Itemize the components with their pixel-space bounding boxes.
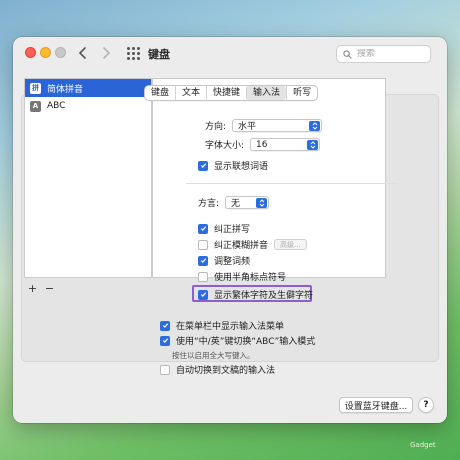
auto-switch-checkbox[interactable] bbox=[160, 364, 170, 375]
direction-value: 水平 bbox=[238, 122, 257, 132]
help-button[interactable]: ? bbox=[418, 397, 434, 413]
fuzzy-pinyin-checkbox[interactable] bbox=[198, 239, 208, 250]
dialect-label: 方言: bbox=[198, 199, 220, 209]
advanced-button[interactable]: 高级... bbox=[274, 239, 307, 250]
tab-input-sources[interactable]: 输入法 bbox=[246, 86, 287, 100]
title-bar: 键盘 bbox=[13, 37, 447, 71]
chevron-left-icon bbox=[78, 47, 86, 59]
input-source-list: 拼 简体拼音 A ABC bbox=[24, 78, 152, 278]
show-predictive-label: 显示联想词语 bbox=[214, 162, 269, 172]
fuzzy-pinyin-row: 纠正模糊拼音 高级... bbox=[198, 238, 307, 251]
show-traditional-checkbox[interactable] bbox=[198, 289, 208, 300]
setup-bluetooth-keyboard-button[interactable]: 设置蓝牙键盘... bbox=[339, 397, 413, 413]
dialect-value: 无 bbox=[231, 199, 241, 209]
adjust-frequency-label: 调整词频 bbox=[214, 257, 251, 267]
abc-input-icon: A bbox=[30, 100, 41, 112]
shift-hint-text: 按住以启用全大写键入。 bbox=[172, 351, 255, 360]
font-size-row: 字体大小: 16 bbox=[205, 138, 321, 151]
watermark-text: Gadget bbox=[410, 441, 436, 449]
font-size-label: 字体大小: bbox=[205, 141, 245, 151]
tab-text[interactable]: 文本 bbox=[175, 86, 206, 100]
search-input[interactable] bbox=[357, 49, 427, 59]
back-button[interactable] bbox=[75, 44, 91, 62]
list-item-abc[interactable]: A ABC bbox=[25, 97, 151, 115]
use-shift-checkbox[interactable] bbox=[160, 335, 170, 346]
section-divider bbox=[186, 183, 398, 184]
add-source-button[interactable]: + bbox=[24, 282, 41, 295]
search-icon bbox=[343, 49, 352, 59]
zoom-button[interactable] bbox=[55, 47, 66, 58]
direction-row: 方向: 水平 bbox=[205, 119, 323, 132]
tab-shortcuts[interactable]: 快捷键 bbox=[206, 86, 246, 100]
use-shift-row: 使用“中/英”键切换“ABC”输入模式 bbox=[160, 334, 315, 347]
list-item-label: ABC bbox=[47, 101, 66, 111]
dialect-select[interactable]: 无 bbox=[225, 196, 270, 209]
adjust-frequency-row: 调整词频 bbox=[198, 254, 250, 267]
auto-switch-label: 自动切换到文稿的输入法 bbox=[176, 366, 276, 376]
half-width-punct-label: 使用半角标点符号 bbox=[214, 273, 287, 283]
direction-select[interactable]: 水平 bbox=[232, 119, 323, 132]
window-title: 键盘 bbox=[148, 48, 170, 61]
minimize-button[interactable] bbox=[40, 47, 51, 58]
chevron-right-icon bbox=[103, 47, 111, 59]
list-item-label: 简体拼音 bbox=[47, 84, 84, 95]
checkmark-icon bbox=[200, 226, 206, 231]
checkmark-icon bbox=[200, 292, 206, 297]
list-item-pinyin[interactable]: 拼 简体拼音 bbox=[25, 79, 151, 97]
tab-keyboard[interactable]: 键盘 bbox=[145, 86, 175, 100]
direction-label: 方向: bbox=[205, 122, 227, 132]
autocorrect-label: 纠正拼写 bbox=[214, 225, 251, 235]
font-size-select[interactable]: 16 bbox=[250, 138, 321, 151]
checkmark-icon bbox=[162, 323, 168, 328]
tab-dictation[interactable]: 听写 bbox=[286, 86, 317, 100]
dialect-row: 方言: 无 bbox=[198, 196, 270, 209]
close-button[interactable] bbox=[25, 47, 36, 58]
adjust-frequency-checkbox[interactable] bbox=[198, 255, 208, 266]
half-width-punct-checkbox[interactable] bbox=[198, 271, 208, 282]
half-width-punct-row: 使用半角标点符号 bbox=[198, 270, 286, 283]
show-predictive-checkbox[interactable] bbox=[198, 160, 208, 171]
font-size-value: 16 bbox=[256, 139, 268, 150]
show-menu-label: 在菜单栏中显示输入法菜单 bbox=[176, 322, 285, 332]
up-down-arrows-icon bbox=[307, 139, 319, 150]
show-menu-checkbox[interactable] bbox=[160, 320, 170, 331]
show-menu-row: 在菜单栏中显示输入法菜单 bbox=[160, 319, 284, 332]
show-traditional-label: 显示繁体字符及生僻字符 bbox=[214, 291, 314, 301]
show-traditional-row: 显示繁体字符及生僻字符 bbox=[198, 288, 313, 301]
auto-switch-row: 自动切换到文稿的输入法 bbox=[160, 363, 275, 376]
autocorrect-checkbox[interactable] bbox=[198, 223, 208, 234]
remove-source-button[interactable]: − bbox=[41, 282, 58, 295]
pinyin-input-icon: 拼 bbox=[30, 82, 41, 94]
show-all-grid-icon[interactable] bbox=[127, 47, 140, 60]
autocorrect-row: 纠正拼写 bbox=[198, 222, 250, 235]
add-remove-controls: + − bbox=[24, 282, 58, 295]
up-down-arrows-icon bbox=[309, 120, 321, 131]
checkmark-icon bbox=[162, 338, 168, 343]
show-predictive-row: 显示联想词语 bbox=[198, 159, 268, 172]
checkmark-icon bbox=[200, 258, 206, 263]
fuzzy-pinyin-label: 纠正模糊拼音 bbox=[214, 241, 269, 251]
use-shift-label: 使用“中/英”键切换“ABC”输入模式 bbox=[176, 337, 316, 347]
tab-bar: 键盘 文本 快捷键 输入法 听写 bbox=[144, 85, 319, 101]
search-field[interactable] bbox=[336, 45, 431, 63]
forward-button[interactable] bbox=[98, 44, 114, 62]
up-down-arrows-icon bbox=[256, 197, 268, 208]
checkmark-icon bbox=[200, 163, 206, 168]
